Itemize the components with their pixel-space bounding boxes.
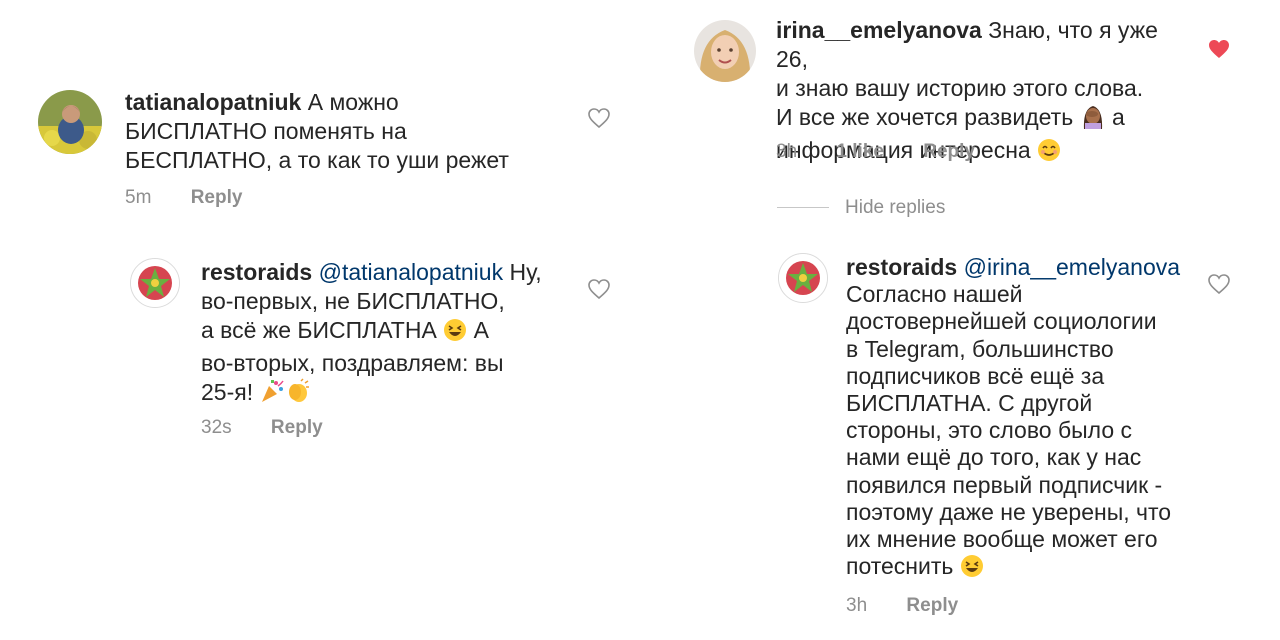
timestamp: 5m xyxy=(125,187,152,208)
comment-line: А можно xyxy=(307,89,399,115)
reply-text: restoraids @tatianalopatniuk Ну, во-перв… xyxy=(201,258,581,411)
timestamp: 3h xyxy=(846,595,868,616)
reply-line: во-вторых, поздравляем: вы xyxy=(201,350,504,376)
reply-button[interactable]: Reply xyxy=(923,141,975,163)
comment-line: И все же хочется развидеть xyxy=(776,104,1074,130)
reply-line: в Telegram, большинство xyxy=(846,335,1114,362)
reply-line: их мнение вообще может его xyxy=(846,526,1158,553)
reply-line: стороны, это слово было с xyxy=(846,417,1133,444)
reply-line: БИСПЛАТНА. С другой xyxy=(846,390,1093,417)
likes-count-button[interactable]: 1 like xyxy=(836,141,884,163)
reply-line: появился первый подписчик - xyxy=(846,471,1163,498)
heart-outline-icon[interactable] xyxy=(587,278,611,300)
reply-button[interactable]: Reply xyxy=(271,417,323,439)
reply-meta: 3h Reply xyxy=(846,595,958,617)
reply-line: поэтому даже не уверены, что xyxy=(846,498,1172,525)
reply-button[interactable]: Reply xyxy=(191,187,243,209)
reply-meta: 32s Reply xyxy=(201,417,323,439)
avatar[interactable] xyxy=(130,258,180,308)
reply-line: достовернейшей социологии xyxy=(846,308,1157,335)
hide-replies-label: Hide replies xyxy=(845,197,946,218)
reply-line: во-первых, не БИСПЛАТНО, xyxy=(201,288,505,314)
timestamp: 3h xyxy=(776,141,798,162)
laughing-emoji-icon xyxy=(960,554,984,584)
comment-meta: 5m Reply xyxy=(125,187,242,209)
woman-facepalming-icon xyxy=(1080,103,1106,136)
comment-text: tatianalopatniuk А можно БИСПЛАТНО помен… xyxy=(125,88,565,175)
avatar[interactable] xyxy=(38,90,102,154)
reply-line: потеснить xyxy=(846,553,954,580)
timestamp: 32s xyxy=(201,417,232,438)
username[interactable]: restoraids xyxy=(201,259,312,285)
comment-line: БИСПЛАТНО поменять на xyxy=(125,118,407,144)
hide-replies-button[interactable]: Hide replies xyxy=(777,197,945,219)
heart-filled-icon[interactable] xyxy=(1207,38,1231,60)
laughing-emoji-icon xyxy=(443,318,467,349)
divider-line xyxy=(777,207,829,209)
smiling-face-icon xyxy=(1037,138,1061,169)
username[interactable]: restoraids xyxy=(846,254,957,280)
reply-button[interactable]: Reply xyxy=(906,595,958,617)
comment-line: БЕСПЛАТНО, а то как то уши режет xyxy=(125,147,509,173)
comment-line: а xyxy=(1111,104,1125,130)
heart-outline-icon[interactable] xyxy=(1207,273,1231,295)
comment-meta: 3h 1 like Reply xyxy=(776,141,975,163)
party-popper-icon xyxy=(259,378,285,411)
reply-line: 25-я! xyxy=(201,379,254,405)
avatar[interactable] xyxy=(694,20,756,82)
reply-line: подписчиков всё ещё за xyxy=(846,362,1105,389)
mention-link[interactable]: @tatianalopatniuk xyxy=(319,259,503,285)
reply-line: А xyxy=(473,317,489,343)
comment-line: и знаю вашу историю этого слова. xyxy=(776,75,1144,101)
reply-line: нами ещё до того, как у нас xyxy=(846,444,1142,471)
reply-line: а всё же БИСПЛАТНА xyxy=(201,317,437,343)
heart-outline-icon[interactable] xyxy=(587,107,611,129)
clapping-hands-icon xyxy=(285,378,311,411)
username[interactable]: irina__emelyanova xyxy=(776,17,982,43)
reply-text: restoraids @irina__emelyanova Согласно н… xyxy=(846,254,1196,584)
reply-line: Ну, xyxy=(509,259,542,285)
mention-link[interactable]: @irina__emelyanova xyxy=(964,254,1180,280)
reply-line: Согласно нашей xyxy=(846,281,1023,308)
avatar[interactable] xyxy=(778,253,828,303)
username[interactable]: tatianalopatniuk xyxy=(125,89,301,115)
